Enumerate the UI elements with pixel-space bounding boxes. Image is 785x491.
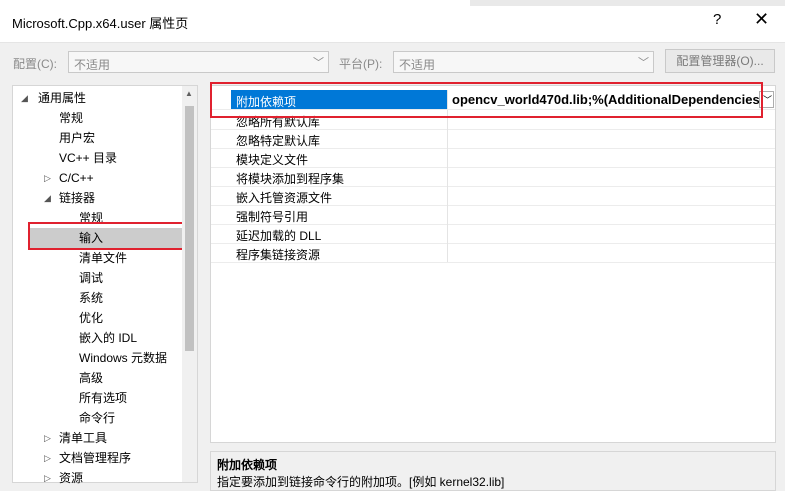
property-tree: ◢ 通用属性 常规 用户宏 VC++ 目录 ▷ C/C++ ◢ 链接器 常规 输…: [12, 85, 198, 485]
column-divider: [447, 243, 448, 262]
tree-item-label: 通用属性: [38, 91, 87, 105]
property-row[interactable]: 程序集链接资源: [211, 243, 775, 263]
column-divider: [447, 167, 448, 186]
column-divider: [447, 148, 448, 167]
property-row[interactable]: 强制符号引用: [211, 205, 775, 225]
property-row[interactable]: 模块定义文件: [211, 148, 775, 168]
collapsed-twisty-icon[interactable]: ▷: [44, 448, 51, 468]
property-name: 模块定义文件: [236, 153, 309, 167]
tree-item-optimization[interactable]: 优化: [79, 308, 103, 328]
chevron-down-icon: ﹀: [638, 57, 649, 69]
expanded-twisty-icon[interactable]: ◢: [21, 88, 28, 108]
config-label: 配置(C):: [13, 57, 57, 71]
description-title: 附加依赖项: [217, 458, 278, 472]
tree-item-label: 链接器: [59, 191, 96, 205]
tree-item-label: 资源: [59, 471, 84, 485]
annotation-highlight-box: [210, 82, 763, 118]
title-bar: Microsoft.Cpp.x64.user 属性页 ? ✕: [0, 0, 785, 43]
tree-item-command-line[interactable]: 命令行: [79, 408, 115, 428]
tree-scrollbar[interactable]: ▲: [182, 86, 197, 482]
property-row[interactable]: 忽略特定默认库: [211, 129, 775, 149]
close-icon[interactable]: ✕: [754, 9, 769, 30]
configuration-manager-button[interactable]: 配置管理器(O)...: [665, 49, 775, 73]
tree-item-label: 文档管理程序: [59, 451, 132, 465]
property-name: 忽略特定默认库: [236, 134, 321, 148]
tree-item-debugging[interactable]: 调试: [79, 268, 103, 288]
window-title: Microsoft.Cpp.x64.user 属性页: [12, 16, 189, 31]
chevron-down-icon: ﹀: [313, 57, 324, 69]
property-name: 嵌入托管资源文件: [236, 191, 333, 205]
column-divider: [447, 205, 448, 224]
collapsed-twisty-icon[interactable]: ▷: [44, 168, 51, 188]
tree-item-label: 清单工具: [59, 431, 108, 445]
column-divider: [447, 186, 448, 205]
property-row[interactable]: 将模块添加到程序集: [211, 167, 775, 187]
column-divider: [447, 224, 448, 243]
tree-item-general[interactable]: 常规: [59, 108, 83, 128]
column-divider: [447, 129, 448, 148]
property-row[interactable]: 延迟加载的 DLL: [211, 224, 775, 244]
config-select[interactable]: 不适用 ﹀: [68, 51, 329, 73]
property-name: 延迟加载的 DLL: [236, 229, 322, 243]
chevron-down-icon: ﹀: [763, 95, 773, 105]
tree-item-manifest-file[interactable]: 清单文件: [79, 248, 127, 268]
description-text: 指定要添加到链接命令行的附加项。[例如 kernel32.lib]: [217, 475, 505, 489]
tree-item-user-macros[interactable]: 用户宏: [59, 128, 95, 148]
platform-select[interactable]: 不适用 ﹀: [393, 51, 654, 73]
platform-label: 平台(P):: [339, 57, 383, 71]
tree-item-advanced[interactable]: 高级: [79, 368, 103, 388]
background-window-strip: [470, 0, 785, 6]
property-grid: 附加依赖项 opencv_world470d.lib;%(AdditionalD…: [210, 82, 776, 443]
annotation-highlight-box: [28, 222, 185, 250]
scroll-up-arrow-icon[interactable]: ▲: [185, 89, 193, 98]
help-button[interactable]: ?: [713, 11, 721, 28]
property-row[interactable]: 嵌入托管资源文件: [211, 186, 775, 206]
tree-item-windows-metadata[interactable]: Windows 元数据: [79, 348, 167, 368]
tree-item-all-options[interactable]: 所有选项: [79, 388, 127, 408]
description-pane: 附加依赖项 指定要添加到链接命令行的附加项。[例如 kernel32.lib]: [210, 451, 776, 491]
tree-item-embedded-idl[interactable]: 嵌入的 IDL: [79, 328, 137, 348]
collapsed-twisty-icon[interactable]: ▷: [44, 468, 51, 488]
tree-item-label: C/C++: [59, 171, 94, 185]
expanded-twisty-icon[interactable]: ◢: [44, 188, 51, 208]
property-name: 程序集链接资源: [236, 248, 321, 262]
tree-scrollbar-thumb[interactable]: [185, 106, 194, 351]
platform-select-value: 不适用: [399, 58, 436, 72]
config-select-value: 不适用: [74, 58, 111, 72]
collapsed-twisty-icon[interactable]: ▷: [44, 428, 51, 448]
property-name: 将模块添加到程序集: [236, 172, 345, 186]
tree-item-vc-directories[interactable]: VC++ 目录: [59, 148, 117, 168]
property-name: 强制符号引用: [236, 210, 309, 224]
tree-item-system[interactable]: 系统: [79, 288, 103, 308]
